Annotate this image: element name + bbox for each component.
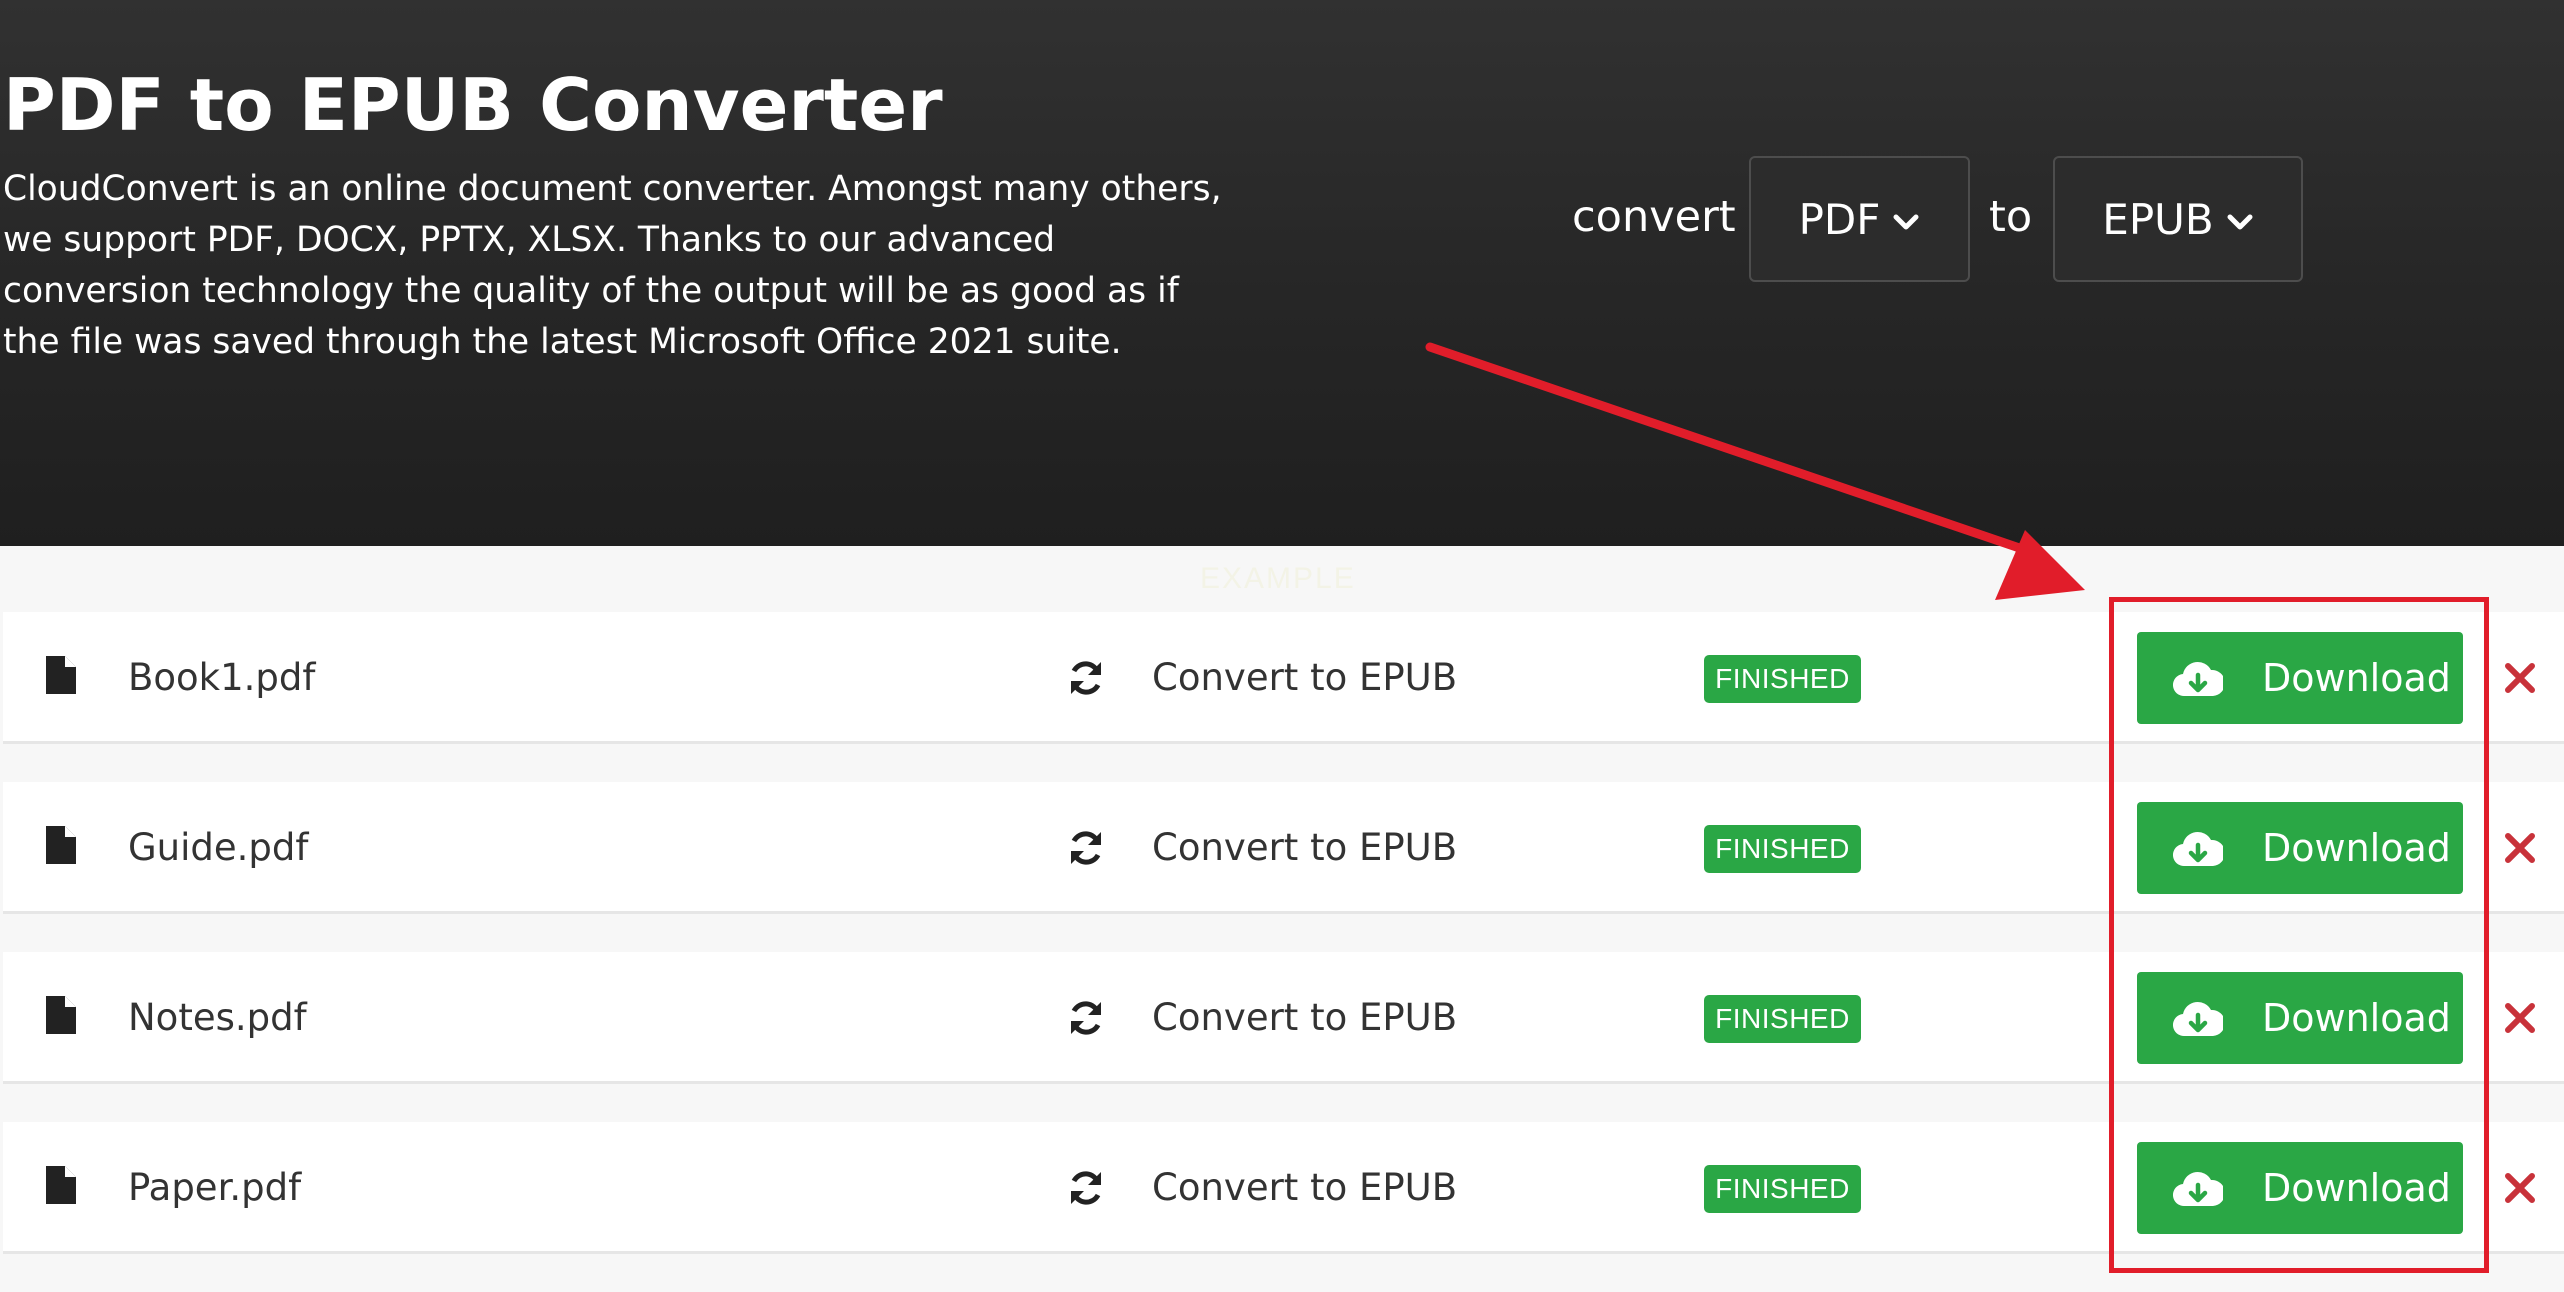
close-icon[interactable]: [2503, 1171, 2537, 1205]
download-label: Download: [2262, 996, 2451, 1040]
faint-watermark-text: EXAMPLE: [1200, 562, 1356, 595]
status-badge: FINISHED: [1704, 995, 1861, 1043]
download-button[interactable]: Download: [2137, 972, 2463, 1064]
download-button[interactable]: Download: [2137, 632, 2463, 724]
status-badge: FINISHED: [1704, 655, 1861, 703]
chevron-down-icon: [2226, 212, 2254, 232]
to-label: to: [1989, 192, 2033, 242]
page-description: CloudConvert is an online document conve…: [3, 169, 1222, 362]
input-format-select[interactable]: PDF: [1749, 156, 1970, 282]
convert-target-label: Convert to EPUB: [1152, 656, 1458, 699]
convert-label: convert: [1572, 192, 1736, 242]
download-label: Download: [2262, 826, 2451, 870]
status-badge: FINISHED: [1704, 1165, 1861, 1213]
file-name: Paper.pdf: [128, 1166, 302, 1209]
refresh-icon[interactable]: [1067, 999, 1105, 1037]
file-name: Notes.pdf: [128, 996, 307, 1039]
cloud-download-icon: [2173, 1171, 2223, 1207]
convert-target-label: Convert to EPUB: [1152, 1166, 1458, 1209]
file-icon: [46, 996, 76, 1034]
page: PDF to EPUB Converter CloudConvert is an…: [0, 0, 2564, 1292]
chevron-down-icon: [1892, 212, 1920, 232]
output-format-value: EPUB: [2102, 194, 2214, 244]
output-format-select[interactable]: EPUB: [2053, 156, 2303, 282]
refresh-icon[interactable]: [1067, 1169, 1105, 1207]
convert-target-label: Convert to EPUB: [1152, 826, 1458, 869]
refresh-icon[interactable]: [1067, 829, 1105, 867]
converter-header: PDF to EPUB Converter CloudConvert is an…: [0, 0, 2564, 546]
file-row: Paper.pdf Convert to EPUB FINISHED Downl…: [3, 1122, 2564, 1254]
close-icon[interactable]: [2503, 831, 2537, 865]
cloud-download-icon: [2173, 661, 2223, 697]
close-icon[interactable]: [2503, 1001, 2537, 1035]
refresh-icon[interactable]: [1067, 659, 1105, 697]
download-button[interactable]: Download: [2137, 1142, 2463, 1234]
cloud-download-icon: [2173, 831, 2223, 867]
page-title: PDF to EPUB Converter: [3, 63, 943, 147]
input-format-value: PDF: [1798, 194, 1881, 244]
file-row: Notes.pdf Convert to EPUB FINISHED Downl…: [3, 952, 2564, 1084]
download-label: Download: [2262, 656, 2451, 700]
download-label: Download: [2262, 1166, 2451, 1210]
file-name: Book1.pdf: [128, 656, 316, 699]
file-row: Book1.pdf Convert to EPUB FINISHED Downl…: [3, 612, 2564, 744]
file-icon: [46, 656, 76, 694]
download-button[interactable]: Download: [2137, 802, 2463, 894]
status-badge: FINISHED: [1704, 825, 1861, 873]
cloud-download-icon: [2173, 1001, 2223, 1037]
file-icon: [46, 826, 76, 864]
file-icon: [46, 1166, 76, 1204]
convert-target-label: Convert to EPUB: [1152, 996, 1458, 1039]
file-row: Guide.pdf Convert to EPUB FINISHED Downl…: [3, 782, 2564, 914]
close-icon[interactable]: [2503, 661, 2537, 695]
file-name: Guide.pdf: [128, 826, 309, 869]
